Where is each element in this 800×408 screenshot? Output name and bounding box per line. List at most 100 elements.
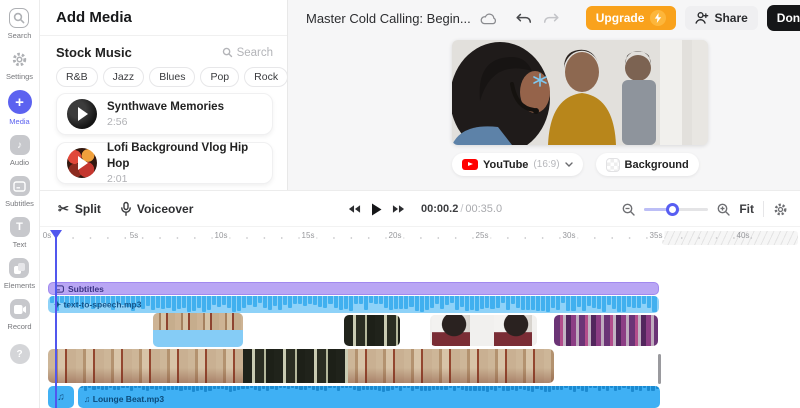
sidebar-item-label: Settings — [5, 72, 34, 81]
done-label: Done — [776, 11, 800, 25]
play-icon — [78, 107, 88, 121]
ruler-label: 30s — [560, 231, 578, 240]
fast-forward-icon[interactable] — [392, 204, 405, 214]
gear-icon — [9, 49, 30, 69]
canvas-size-dropdown[interactable]: YouTube (16:9) — [452, 153, 583, 176]
sidebar-item-label: Search — [7, 31, 32, 40]
sidebar-item-search[interactable]: Search — [7, 8, 32, 40]
preview-stage: Master Cold Calling: Begin... Upgrade Sh… — [288, 0, 800, 190]
slider-handle[interactable] — [666, 202, 680, 216]
timeline-settings-gear-icon[interactable] — [773, 202, 788, 217]
sidebar-item-text[interactable]: T Text — [9, 217, 30, 249]
section-title: Stock Music — [56, 45, 132, 60]
background-label: Background — [624, 158, 689, 171]
subtitles-icon — [9, 176, 30, 196]
music-list-item[interactable]: Lofi Background Vlog Hip Hop 2:01 — [56, 142, 273, 185]
music-note-icon: ♫ — [57, 391, 65, 403]
clip-thumbnails — [153, 313, 243, 330]
timeline-ruler[interactable]: 0s 5s 10s 15s 20s 25s 30s 35s 40s — [40, 229, 800, 247]
help-button[interactable]: ? — [9, 344, 30, 364]
top-header: Master Cold Calling: Begin... Upgrade Sh… — [288, 0, 800, 36]
music-audio-clip[interactable]: ♫ — [48, 386, 74, 408]
overlay-video-clip[interactable] — [430, 315, 537, 346]
music-audio-clip[interactable]: ♫ Lounge Beat.mp3 — [78, 386, 660, 408]
fit-button[interactable]: Fit — [739, 202, 754, 216]
background-button[interactable]: Background — [595, 153, 699, 176]
timeline: ✂ Split Voiceover 00:00.2 / 00:35.0 Fit … — [40, 190, 800, 408]
timeline-zoom-slider[interactable] — [644, 202, 709, 216]
youtube-icon — [462, 159, 478, 170]
genre-chip-rock[interactable]: Rock — [244, 67, 287, 87]
voiceover-label: Voiceover — [136, 202, 194, 216]
overlay-video-clip[interactable] — [554, 315, 658, 346]
track-thumbnail[interactable] — [67, 99, 97, 129]
done-button[interactable]: Done — [766, 5, 800, 31]
question-icon: ? — [9, 344, 30, 364]
music-list-item[interactable]: Synthwave Memories 2:56 — [56, 93, 273, 135]
sidebar-item-elements[interactable]: Elements — [4, 258, 35, 290]
play-icon[interactable] — [371, 203, 382, 216]
tts-audio-clip[interactable]: ✦ text-to-speech.mp3 — [48, 296, 659, 313]
chevron-down-icon — [564, 162, 573, 167]
overlay-video-clip[interactable] — [153, 313, 243, 347]
share-button[interactable]: Share — [685, 6, 758, 30]
zoom-out-icon[interactable] — [622, 203, 636, 216]
add-media-panel: Add Media Stock Music Search R&B Jazz Bl… — [40, 0, 288, 190]
track-duration: 2:56 — [107, 115, 128, 128]
page-title: Add Media — [56, 9, 132, 26]
ruler-label: 25s — [473, 231, 491, 240]
voiceover-button[interactable]: Voiceover — [121, 201, 194, 216]
sidebar-item-audio[interactable]: ♪ Audio — [9, 135, 30, 167]
genre-chip-pop[interactable]: Pop — [200, 67, 240, 87]
sidebar-item-record[interactable]: Record — [7, 299, 32, 331]
left-toolbar: Search Settings + Media ♪ Audio Subtitle… — [0, 0, 40, 408]
zoom-in-icon[interactable] — [717, 203, 731, 216]
sidebar-item-media[interactable]: + Media — [7, 90, 32, 126]
track-title: Lofi Background Vlog Hip Hop — [107, 142, 249, 170]
rewind-icon[interactable] — [348, 204, 361, 214]
sidebar-item-label: Record — [7, 322, 32, 331]
clip-thumbnails — [48, 349, 243, 383]
shapes-icon — [9, 258, 30, 278]
genre-chips: R&B Jazz Blues Pop Rock ••• — [40, 65, 287, 93]
search-icon — [9, 8, 30, 28]
sidebar-item-label: Elements — [3, 281, 36, 290]
genre-chip-blues[interactable]: Blues — [149, 67, 196, 87]
redo-button[interactable] — [542, 12, 560, 25]
genre-chip-rnb[interactable]: R&B — [56, 67, 98, 87]
playhead-line[interactable] — [55, 237, 57, 408]
music-note-icon: ♪ — [9, 135, 30, 155]
genre-chip-jazz[interactable]: Jazz — [102, 67, 145, 87]
split-label: Split — [74, 202, 101, 216]
ruler-label: 10s — [212, 231, 230, 240]
track-scroll-handle[interactable] — [658, 354, 661, 384]
project-title[interactable]: Master Cold Calling: Begin... — [306, 11, 471, 26]
text-icon: T — [9, 217, 30, 237]
upgrade-button[interactable]: Upgrade — [585, 6, 677, 30]
sidebar-item-settings[interactable]: Settings — [6, 49, 33, 81]
camera-icon — [9, 299, 30, 319]
overlay-video-clip[interactable] — [344, 315, 400, 346]
video-frame — [452, 40, 708, 145]
track-thumbnail[interactable] — [67, 148, 97, 178]
stock-music-search[interactable]: Search — [222, 47, 273, 59]
aspect-ratio-label: (16:9) — [533, 159, 560, 170]
subtitles-track-clip[interactable]: Subtitles — [48, 282, 659, 295]
undo-button[interactable] — [515, 12, 533, 25]
split-button[interactable]: ✂ Split — [58, 201, 101, 217]
background-swatch-icon — [605, 157, 620, 172]
main-video-clip[interactable] — [48, 349, 554, 383]
sidebar-item-label: Text — [12, 240, 27, 249]
clip-thumbnail — [432, 315, 470, 346]
current-time: 00:00.2 — [421, 203, 459, 215]
video-preview-canvas[interactable] — [452, 40, 708, 145]
cloud-sync-icon — [480, 12, 497, 25]
track-title: Synthwave Memories — [107, 101, 224, 114]
microphone-icon — [121, 201, 131, 216]
person-plus-icon — [695, 12, 709, 24]
subtitles-track-label: Subtitles — [68, 283, 104, 294]
audio-waveform — [78, 386, 660, 408]
play-icon — [78, 156, 88, 170]
ruler-label: 35s — [647, 231, 665, 240]
sidebar-item-subtitles[interactable]: Subtitles — [5, 176, 34, 208]
